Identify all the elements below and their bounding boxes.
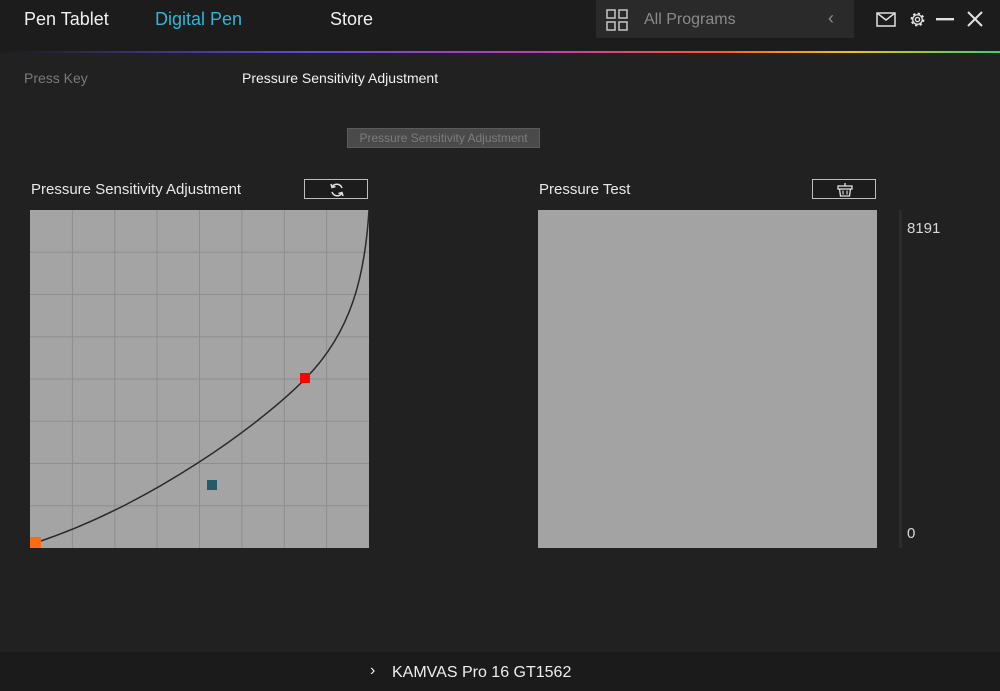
pressure-scale-max: 8191 bbox=[907, 220, 941, 237]
curve-control-point-high[interactable] bbox=[300, 373, 310, 383]
tooltip: Pressure Sensitivity Adjustment bbox=[347, 128, 540, 148]
minimize-icon[interactable] bbox=[936, 18, 954, 21]
basket-icon bbox=[837, 183, 853, 197]
close-icon[interactable] bbox=[967, 11, 983, 27]
tab-store[interactable]: Store bbox=[330, 9, 373, 30]
device-bar: › KAMVAS Pro 16 GT1562 bbox=[0, 652, 1000, 691]
tab-pen-tablet[interactable]: Pen Tablet bbox=[24, 9, 109, 30]
pressure-panel-title: Pressure Sensitivity Adjustment bbox=[31, 181, 242, 198]
pressure-curve-editor[interactable] bbox=[30, 209, 370, 548]
pressure-level-bar bbox=[899, 210, 902, 548]
pressure-scale-min: 0 bbox=[907, 525, 916, 542]
program-selector-label: All Programs bbox=[644, 11, 736, 28]
program-selector[interactable]: All Programs ‹ bbox=[596, 0, 854, 38]
pressure-test-title: Pressure Test bbox=[539, 181, 631, 198]
top-nav-bar: Pen Tablet Digital Pen Store All Program… bbox=[0, 0, 1000, 52]
curve-control-point-low[interactable] bbox=[207, 480, 217, 490]
subtab-press-key[interactable]: Press Key bbox=[24, 70, 88, 86]
grid-icon bbox=[606, 9, 628, 31]
reset-curve-button[interactable] bbox=[304, 179, 368, 199]
pressure-curve-grid bbox=[30, 209, 370, 548]
chevron-left-icon[interactable]: ‹ bbox=[828, 8, 834, 29]
device-name[interactable]: KAMVAS Pro 16 GT1562 bbox=[392, 664, 571, 682]
curve-start-point[interactable] bbox=[30, 537, 41, 548]
gear-icon[interactable] bbox=[908, 10, 927, 29]
clear-test-button[interactable] bbox=[812, 179, 876, 199]
pressure-curve-line bbox=[34, 209, 370, 544]
chevron-right-icon[interactable]: › bbox=[370, 662, 375, 680]
tab-digital-pen[interactable]: Digital Pen bbox=[155, 9, 242, 30]
subtab-pressure-sensitivity[interactable]: Pressure Sensitivity Adjustment bbox=[242, 70, 438, 86]
mail-icon[interactable] bbox=[876, 12, 896, 27]
pressure-test-canvas[interactable] bbox=[538, 210, 877, 548]
refresh-icon bbox=[330, 183, 344, 197]
header-gradient-divider bbox=[0, 51, 1000, 53]
